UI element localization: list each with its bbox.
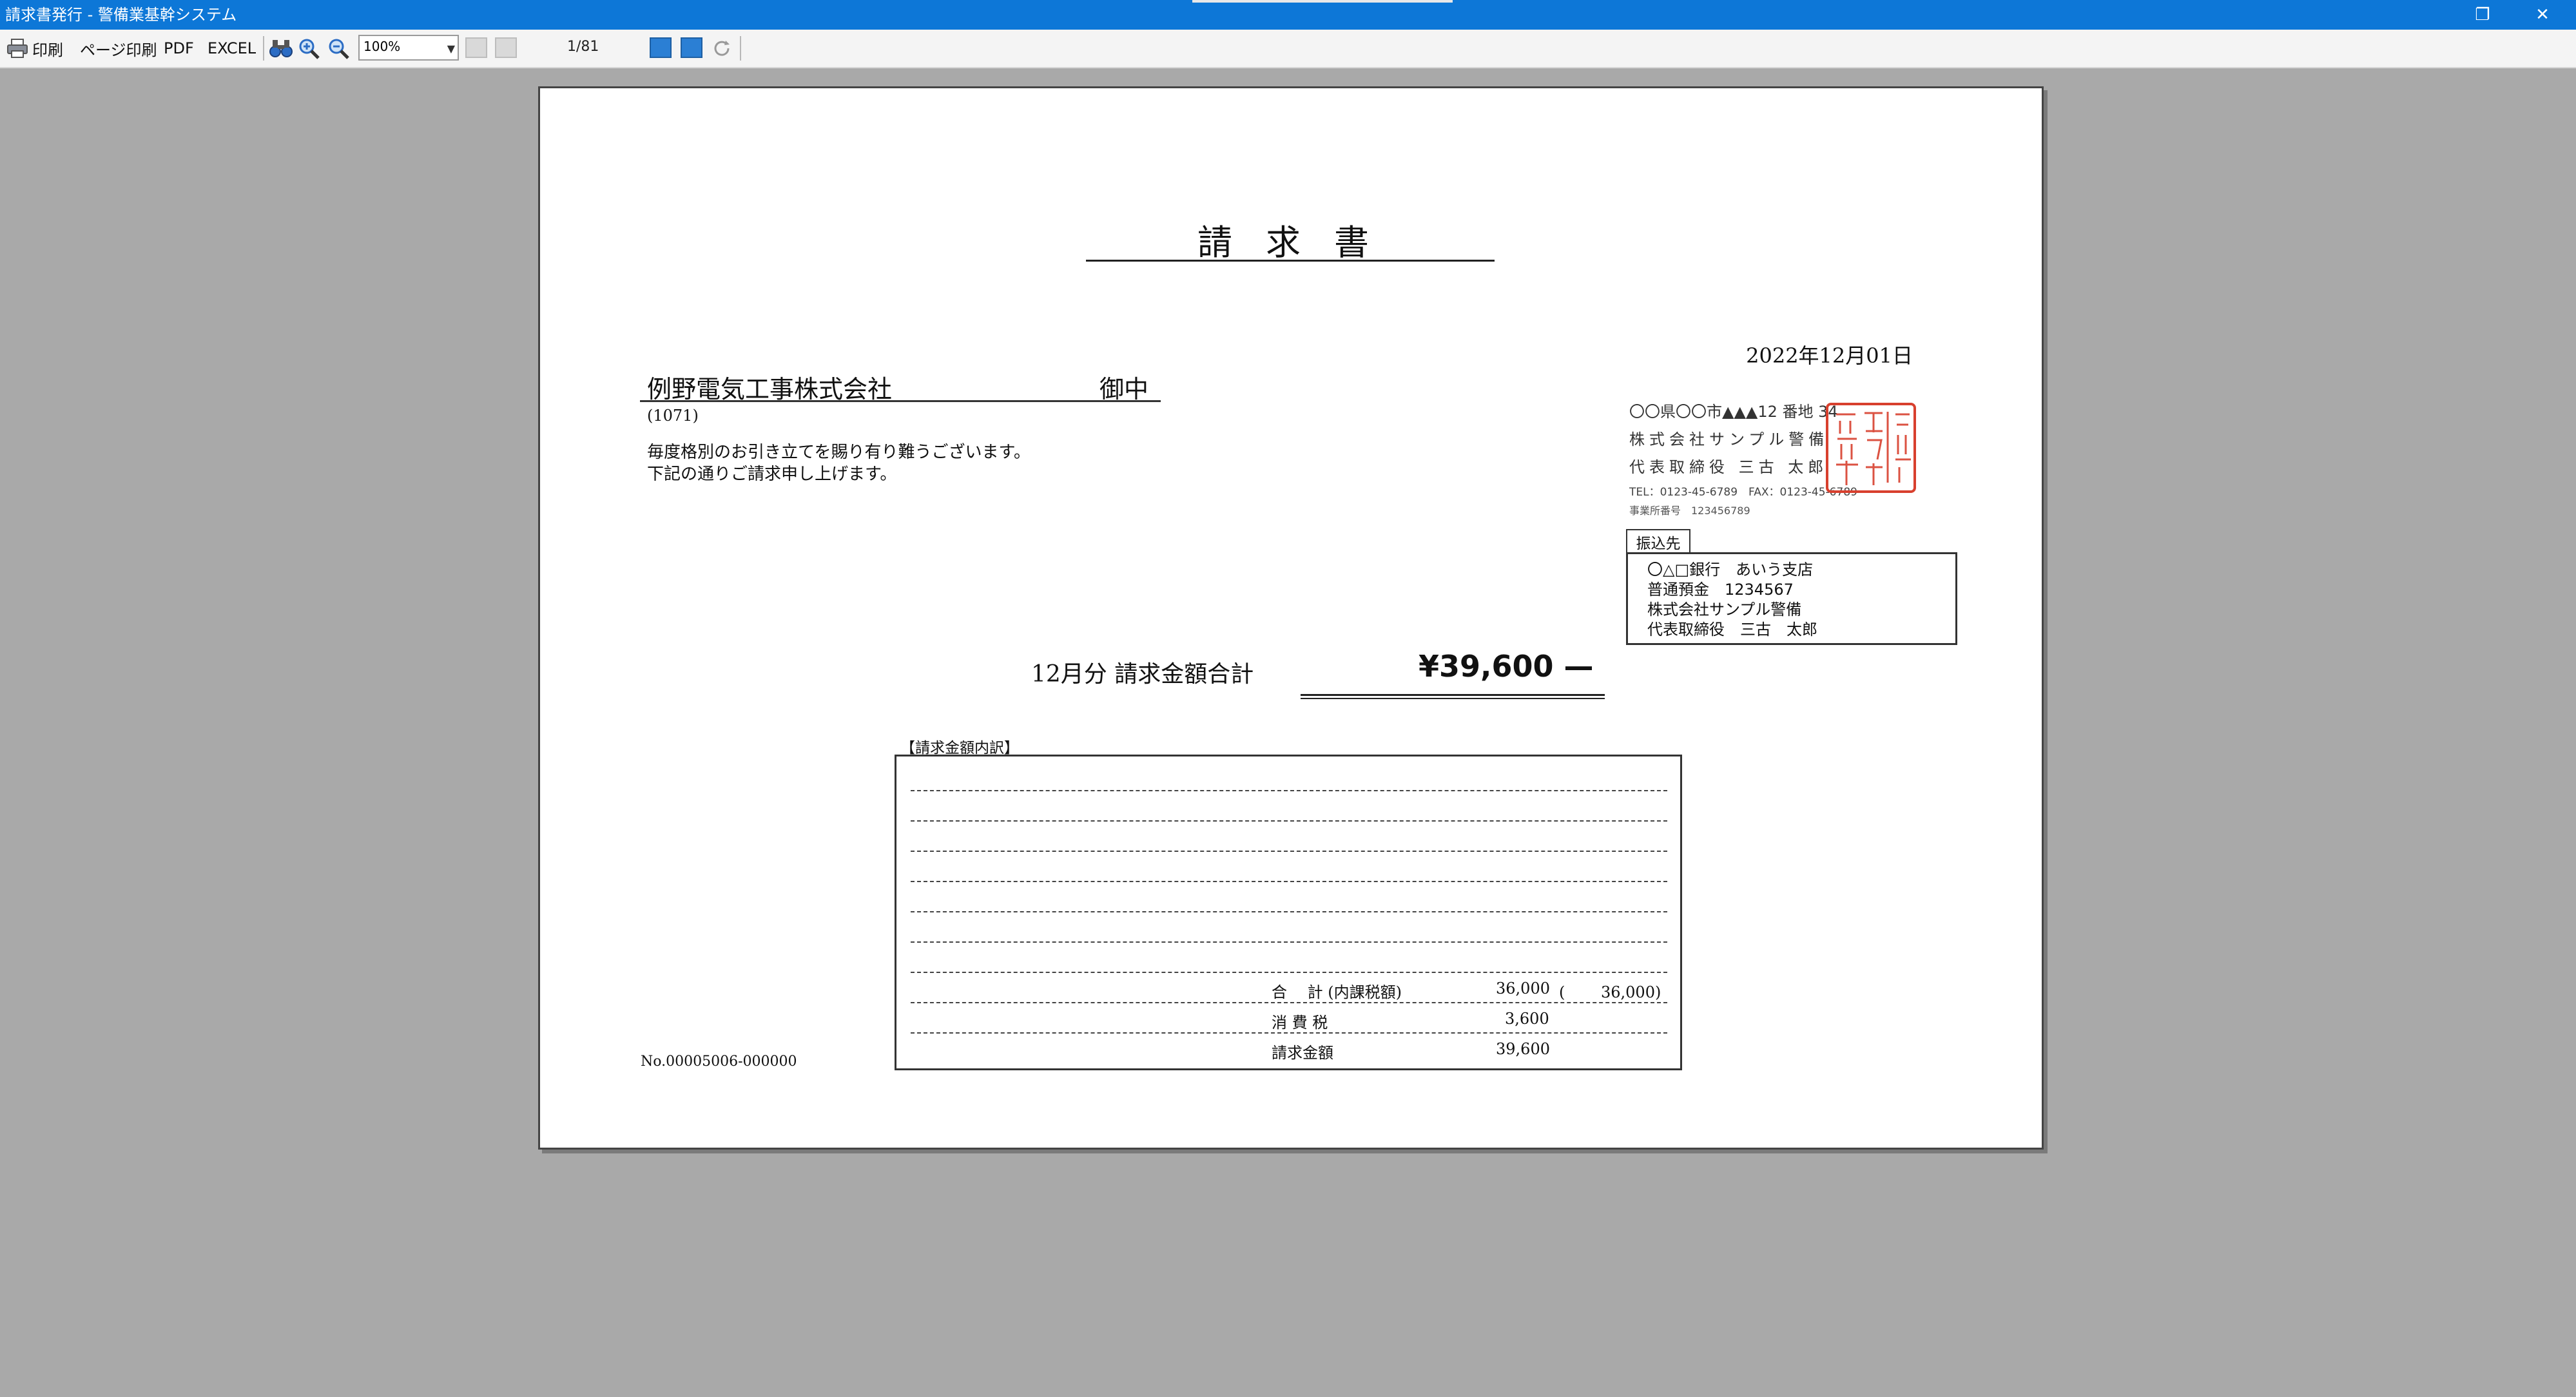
excel-label: EXCEL xyxy=(208,39,257,57)
breakdown-row-line xyxy=(911,972,1667,973)
breakdown-row-line xyxy=(911,851,1667,852)
issuer-representative: 代表取締役 三古 太郎 xyxy=(1629,458,1828,476)
pdf-label: PDF xyxy=(164,39,194,57)
customer-code: (1071) xyxy=(647,407,699,425)
issuer-company: 株式会社サンプル警備 xyxy=(1629,430,1829,448)
recipient-underline xyxy=(640,400,1161,402)
next-page-button[interactable] xyxy=(650,37,672,58)
window-title-bar: 請求書発行 - 警備業基幹システム ❐ ✕ xyxy=(0,0,2576,30)
greeting-line-1: 毎度格別のお引き立てを賜り有り難うございます。 xyxy=(647,443,1031,462)
breakdown-row-line xyxy=(911,941,1667,943)
window-title: 請求書発行 - 警備業基幹システム xyxy=(5,6,237,24)
bank-account: 普通預金 1234567 xyxy=(1647,581,1794,599)
total-underline xyxy=(1301,694,1605,696)
breakdown-row-line xyxy=(911,881,1667,882)
refresh-icon xyxy=(714,41,730,56)
binoculars-icon xyxy=(269,40,293,57)
breakdown-row-line xyxy=(911,911,1667,912)
zoom-select[interactable]: 100% ▼ xyxy=(358,35,459,61)
total-amount: ¥39,600 — xyxy=(1419,649,1594,684)
breakdown-row-line xyxy=(911,820,1667,822)
issuer-office-number: 事業所番号 123456789 xyxy=(1629,505,1750,517)
page-indicator: 1/81 xyxy=(567,39,599,55)
zoom-in-icon xyxy=(299,39,320,59)
title-underline xyxy=(1086,260,1495,262)
title-bar-notch xyxy=(1192,0,1453,3)
seal-icon xyxy=(1836,412,1911,485)
first-page-button[interactable] xyxy=(465,37,487,58)
invoice-title: 請求書 xyxy=(1197,222,1402,263)
restore-icon: ❐ xyxy=(2475,5,2490,24)
bank-info-box: 〇△□銀行 あいう支店 普通預金 1234567 株式会社サンプル警備 代表取締… xyxy=(1626,552,1957,645)
toolbar: 印刷 ページ印刷 PDF EXCEL 100% ▼ 1/81 xyxy=(0,30,2576,68)
breakdown-row-line xyxy=(911,1002,1667,1003)
subtotal-tax-included: ( 36,000) xyxy=(1559,983,1661,1001)
breakdown-label: 【請求金額内訳】 xyxy=(900,740,1019,756)
issuer-tel-fax: TEL：0123-45-6789 FAX：0123-45-6789 xyxy=(1629,486,1857,499)
recipient-honorific: 御中 xyxy=(1099,375,1149,403)
last-page-button[interactable] xyxy=(681,37,702,58)
bank-holder-company: 株式会社サンプル警備 xyxy=(1647,601,1802,619)
bank-name: 〇△□銀行 あいう支店 xyxy=(1647,561,1814,579)
zoom-value: 100% xyxy=(363,39,401,54)
zoom-out-icon xyxy=(329,39,349,59)
tax-value: 3,600 xyxy=(1505,1010,1549,1028)
greeting-line-2: 下記の通りご請求申し上げます。 xyxy=(647,465,897,484)
pdf-button[interactable]: PDF xyxy=(164,36,194,61)
print-label: 印刷 xyxy=(32,41,63,59)
zoom-in-button[interactable] xyxy=(298,36,321,61)
breakdown-row-line xyxy=(911,790,1667,791)
breakdown-table: 合 計 (内課税額) 36,000 ( 36,000) 消 費 税 3,600 … xyxy=(895,755,1682,1070)
print-button[interactable]: 印刷 xyxy=(6,36,63,61)
breakdown-row-line xyxy=(911,1032,1667,1034)
excel-button[interactable]: EXCEL xyxy=(208,36,256,61)
toolbar-separator xyxy=(263,36,264,61)
subtotal-value: 36,000 xyxy=(1496,979,1550,997)
bank-holder-person: 代表取締役 三古 太郎 xyxy=(1647,621,1817,639)
close-button[interactable]: ✕ xyxy=(2507,0,2576,30)
close-icon: ✕ xyxy=(2535,5,2550,24)
printer-icon xyxy=(7,39,28,58)
refresh-button[interactable] xyxy=(712,36,732,61)
bank-tab-label: 振込先 xyxy=(1636,535,1681,552)
billed-label: 請求金額 xyxy=(1272,1044,1333,1062)
total-underline xyxy=(1301,698,1605,699)
bank-tab: 振込先 xyxy=(1626,529,1690,554)
page-print-label: ページ印刷 xyxy=(80,41,157,59)
tax-label: 消 費 税 xyxy=(1272,1014,1328,1032)
invoice-page: 請求書 2022年12月01日 例野電気工事株式会社 御中 (1071) 毎度格… xyxy=(538,86,2044,1150)
previous-page-button[interactable] xyxy=(495,37,517,58)
total-label: 12月分 請求金額合計 xyxy=(1031,661,1254,688)
billed-value: 39,600 xyxy=(1496,1040,1550,1058)
company-seal xyxy=(1826,403,1916,493)
zoom-out-button[interactable] xyxy=(327,36,351,61)
issuer-address: 〇〇県〇〇市▲▲▲12 番地 34 xyxy=(1629,403,1838,421)
chevron-down-icon: ▼ xyxy=(447,43,455,55)
subtotal-label: 合 計 (内課税額) xyxy=(1272,983,1402,1001)
invoice-date: 2022年12月01日 xyxy=(1746,343,1913,368)
recipient-name: 例野電気工事株式会社 xyxy=(647,375,893,403)
find-button[interactable] xyxy=(269,36,293,61)
document-number: No.00005006-000000 xyxy=(641,1054,797,1070)
page-print-button[interactable]: ページ印刷 xyxy=(80,36,157,61)
toolbar-separator xyxy=(740,36,741,61)
